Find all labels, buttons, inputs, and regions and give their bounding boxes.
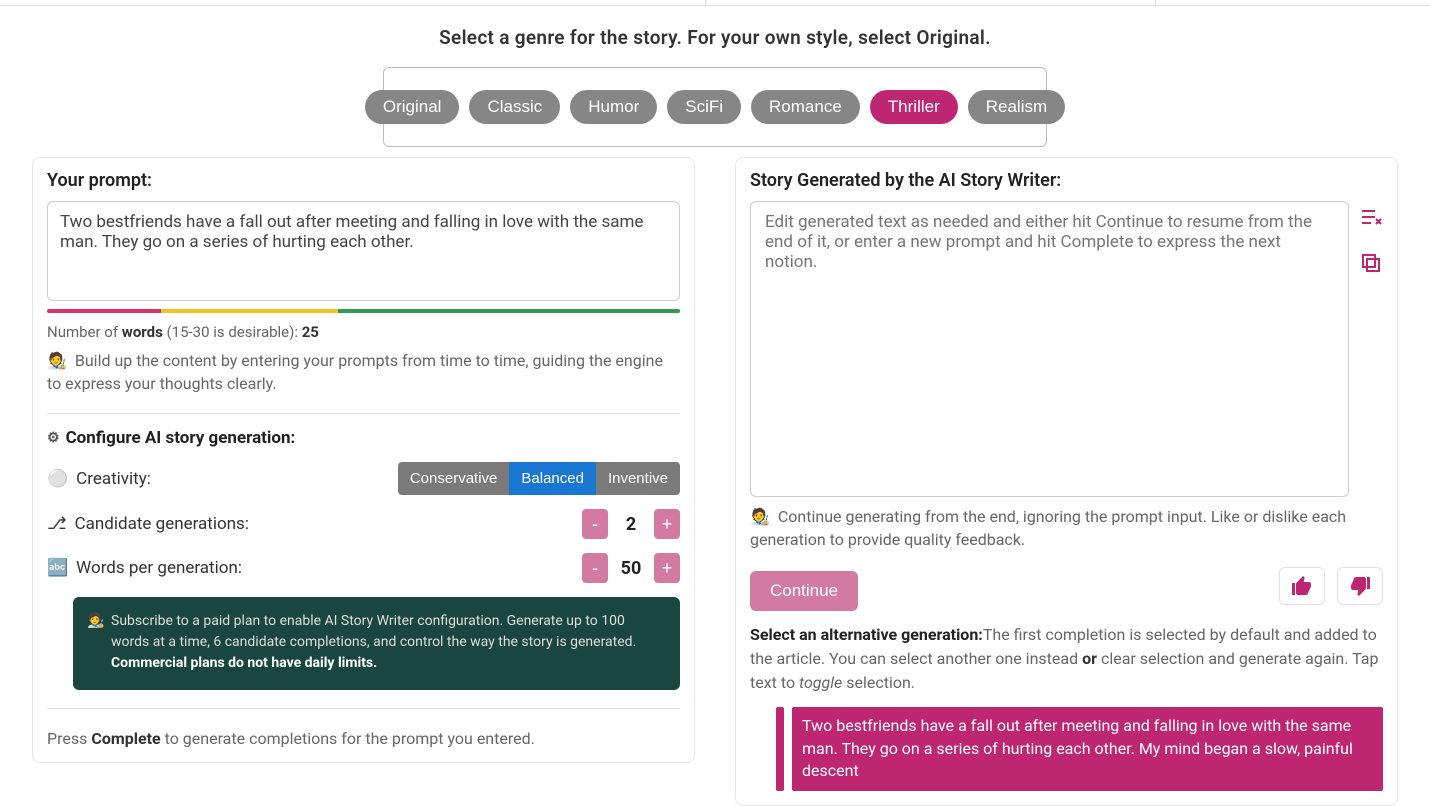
- story-title: Story Generated by the AI Story Writer:: [750, 170, 1383, 191]
- prompt-panel: Your prompt: Number of words (15-30 is d…: [32, 157, 695, 763]
- candidate-stepper: - 2 +: [582, 509, 680, 539]
- top-tab-strip: [0, 0, 1430, 6]
- prompt-hint: 🧑‍🎨 Build up the content by entering you…: [47, 349, 680, 395]
- genre-chip-classic[interactable]: Classic: [469, 90, 560, 124]
- gear-icon: ⚙: [47, 430, 60, 446]
- story-output[interactable]: [750, 201, 1349, 497]
- words-stepper: - 50 +: [582, 553, 680, 583]
- continue-button[interactable]: Continue: [750, 571, 858, 611]
- words-minus-button[interactable]: -: [582, 553, 608, 583]
- genre-chip-romance[interactable]: Romance: [751, 90, 860, 124]
- tab-2[interactable]: [705, 0, 1155, 5]
- generation-option-0[interactable]: Two bestfriends have a fall out after me…: [776, 707, 1383, 790]
- sparkle-icon: ⚪: [47, 469, 68, 489]
- creativity-option-conservative[interactable]: Conservative: [398, 462, 510, 495]
- candidate-minus-button[interactable]: -: [582, 509, 608, 539]
- words-value: 50: [618, 558, 644, 579]
- creativity-segmented: ConservativeBalancedInventive: [398, 462, 680, 495]
- word-count-bar: [47, 309, 680, 313]
- press-complete-hint: Press Complete to generate completions f…: [47, 729, 680, 748]
- creativity-label: Creativity:: [76, 469, 151, 489]
- prompt-input[interactable]: [47, 201, 680, 301]
- words-plus-button[interactable]: +: [654, 553, 680, 583]
- config-heading: ⚙ Configure AI story generation:: [47, 428, 680, 448]
- story-panel: Story Generated by the AI Story Writer:: [735, 157, 1398, 806]
- candidate-row: ⎇ Candidate generations: - 2 +: [47, 509, 680, 539]
- artist-emoji-icon: 🧑‍🎨: [750, 507, 770, 526]
- genre-chip-thriller[interactable]: Thriller: [870, 90, 958, 124]
- divider: [47, 413, 680, 414]
- branch-icon: ⎇: [47, 514, 67, 534]
- thumbs-up-button[interactable]: [1279, 567, 1325, 605]
- tab-1[interactable]: [0, 0, 705, 5]
- divider: [47, 708, 680, 709]
- upsell-banner: 🧑‍🎨 Subscribe to a paid plan to enable A…: [73, 597, 680, 690]
- artist-emoji-icon: 🧑‍🎨: [87, 611, 104, 632]
- genre-instruction: Select a genre for the story. For your o…: [0, 26, 1430, 49]
- creativity-row: ⚪ Creativity: ConservativeBalancedInvent…: [47, 462, 680, 495]
- selection-bar: [776, 707, 784, 790]
- genre-chip-original[interactable]: Original: [365, 90, 460, 124]
- creativity-option-balanced[interactable]: Balanced: [509, 462, 596, 495]
- copy-icon[interactable]: [1359, 251, 1383, 279]
- continue-hint: 🧑‍🎨 Continue generating from the end, ig…: [750, 505, 1383, 551]
- tab-3[interactable]: [1155, 0, 1430, 5]
- prompt-title: Your prompt:: [47, 170, 680, 191]
- creativity-option-inventive[interactable]: Inventive: [596, 462, 680, 495]
- genre-chip-scifi[interactable]: SciFi: [667, 90, 741, 124]
- generation-text: Two bestfriends have a fall out after me…: [792, 707, 1383, 790]
- words-label: Words per generation:: [76, 558, 242, 578]
- word-count-label: Number of words (15-30 is desirable): 25: [47, 323, 680, 341]
- genre-chip-realism[interactable]: Realism: [968, 90, 1065, 124]
- alternative-generation-help: Select an alternative generation:The fir…: [750, 623, 1383, 695]
- clear-lines-icon[interactable]: [1359, 205, 1383, 233]
- genre-picker: OriginalClassicHumorSciFiRomanceThriller…: [383, 67, 1047, 147]
- candidate-label: Candidate generations:: [75, 514, 249, 534]
- abcd-icon: 🔤: [47, 558, 68, 578]
- genre-chip-humor[interactable]: Humor: [570, 90, 657, 124]
- words-row: 🔤 Words per generation: - 50 +: [47, 553, 680, 583]
- candidate-value: 2: [618, 514, 644, 535]
- thumbs-down-button[interactable]: [1337, 567, 1383, 605]
- artist-emoji-icon: 🧑‍🎨: [47, 351, 67, 370]
- candidate-plus-button[interactable]: +: [654, 509, 680, 539]
